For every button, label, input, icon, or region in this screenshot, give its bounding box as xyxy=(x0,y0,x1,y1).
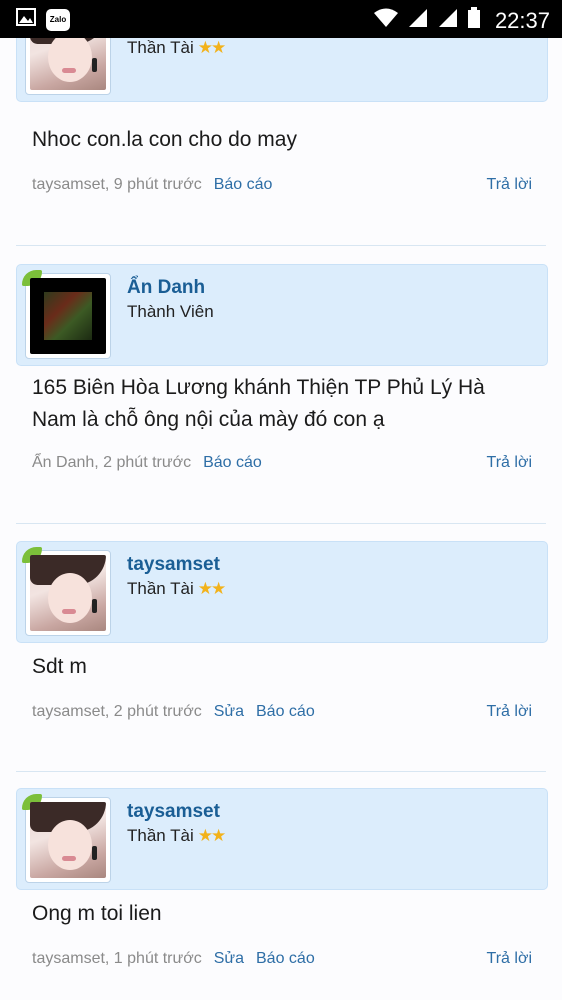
post-author-time: taysamset, 9 phút trước xyxy=(32,176,202,193)
edit-link[interactable]: Sửa xyxy=(214,950,244,967)
user-rank: Thần Tài ★★ xyxy=(127,826,227,846)
user-avatar-image xyxy=(30,555,106,631)
report-link[interactable]: Báo cáo xyxy=(214,176,273,193)
username[interactable]: taysamset xyxy=(127,801,220,823)
report-link[interactable]: Báo cáo xyxy=(203,454,262,471)
signal-icon xyxy=(407,8,429,33)
avatar[interactable] xyxy=(22,270,111,359)
divider xyxy=(16,245,546,246)
post-author-time: taysamset, 2 phút trước xyxy=(32,703,202,720)
status-bar: Zalo 22:37 xyxy=(0,0,562,38)
user-rank: Thần Tài ★★ xyxy=(127,579,227,599)
thread-content[interactable]: taysamset Thần Tài★★ Nhoc con.la con cho… xyxy=(0,38,562,1000)
rank-stars-icon: ★★ xyxy=(197,38,227,57)
signal-icon-2 xyxy=(437,8,459,33)
avatar[interactable] xyxy=(25,38,111,95)
report-link[interactable]: Báo cáo xyxy=(256,703,315,720)
rank-label: Thần Tài xyxy=(127,579,194,598)
user-avatar-image xyxy=(30,278,106,354)
username[interactable]: taysamset xyxy=(127,554,220,576)
avatar[interactable] xyxy=(22,547,111,636)
avatar[interactable] xyxy=(22,794,111,883)
post-meta: taysamset, 2 phút trước Sửa Báo cáo Trả lờ… xyxy=(32,703,532,721)
rank-label: Thần Tài xyxy=(127,826,194,845)
reply-link[interactable]: Trả lời xyxy=(487,454,532,472)
wifi-icon xyxy=(373,8,399,33)
post-message: 165 Biên Hòa Lương khánh Thiện TP Phủ Lý… xyxy=(32,376,485,431)
post-meta: Ẩn Danh, 2 phút trước Báo cáo Trả lời xyxy=(32,454,532,472)
user-info-box: taysamset Thần Tài★★ xyxy=(16,788,548,890)
edit-link[interactable]: Sửa xyxy=(214,703,244,720)
post-message: Nhoc con.la con cho do may xyxy=(32,128,297,151)
battery-icon xyxy=(467,7,481,34)
post-author-time: Ẩn Danh, 2 phút trước xyxy=(32,454,192,471)
post-author-time: taysamset, 1 phút trước xyxy=(32,950,202,967)
divider xyxy=(16,523,546,524)
post-message: Ong m toi lien xyxy=(32,902,162,925)
report-link[interactable]: Báo cáo xyxy=(256,950,315,967)
image-icon xyxy=(16,8,36,31)
post-message: Sdt m xyxy=(32,655,87,678)
user-info-box: Ẩn Danh Thành Viên xyxy=(16,264,548,366)
zalo-icon: Zalo xyxy=(46,8,70,31)
reply-link[interactable]: Trả lời xyxy=(487,950,532,968)
rank-stars-icon: ★★ xyxy=(197,826,227,845)
user-rank: Thần Tài ★★ xyxy=(127,38,227,58)
user-rank: Thành Viên xyxy=(127,302,214,322)
user-avatar-image xyxy=(30,38,106,90)
post-meta: taysamset, 9 phút trước Báo cáo Trả lời xyxy=(32,176,532,194)
divider xyxy=(16,771,546,772)
rank-stars-icon: ★★ xyxy=(197,579,227,598)
clock: 22:37 xyxy=(494,7,550,33)
user-avatar-image xyxy=(30,802,106,878)
username[interactable]: Ẩn Danh xyxy=(127,277,205,299)
user-info-box: taysamset Thần Tài★★ xyxy=(16,38,548,102)
post-meta: taysamset, 1 phút trước Sửa Báo cáo Trả lờ… xyxy=(32,950,532,968)
reply-link[interactable]: Trả lời xyxy=(487,703,532,721)
user-info-box: taysamset Thần Tài★★ xyxy=(16,541,548,643)
rank-label: Thành Viên xyxy=(127,302,214,321)
rank-label: Thần Tài xyxy=(127,38,194,57)
reply-link[interactable]: Trả lời xyxy=(487,176,532,194)
